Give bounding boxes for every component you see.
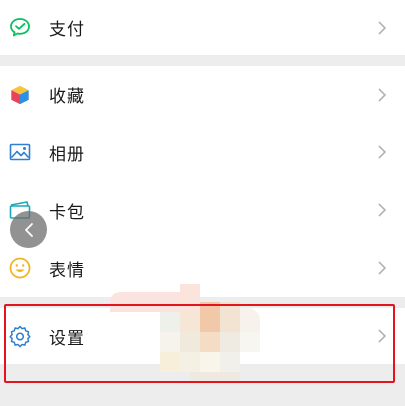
wechat-pay-icon	[8, 16, 32, 40]
album-picture-icon	[8, 140, 32, 164]
emoji-smile-icon	[8, 256, 32, 280]
chevron-right-icon	[378, 261, 387, 275]
menu-item-label: 支付	[49, 20, 85, 40]
menu-item-favorites[interactable]: 收藏	[0, 66, 405, 123]
chevron-right-icon	[378, 20, 387, 35]
menu-item-card-wallet[interactable]: 卡包	[0, 181, 405, 239]
menu-item-pay[interactable]: 支付	[0, 0, 405, 55]
chevron-left-icon	[24, 222, 33, 237]
chevron-right-icon	[378, 203, 387, 217]
gear-icon	[8, 324, 32, 348]
menu-item-label: 设置	[49, 328, 85, 349]
menu-item-label: 相册	[49, 144, 85, 165]
chevron-right-icon	[378, 145, 387, 159]
favorites-cube-icon	[8, 83, 32, 107]
menu-item-label: 卡包	[49, 202, 85, 223]
back-button[interactable]	[10, 211, 47, 248]
menu-item-album[interactable]: 相册	[0, 123, 405, 181]
chevron-right-icon	[378, 87, 387, 102]
menu-item-settings[interactable]: 设置	[0, 308, 405, 364]
menu-item-emoji[interactable]: 表情	[0, 239, 405, 297]
menu-item-label: 表情	[49, 260, 85, 281]
menu-item-label: 收藏	[49, 87, 85, 107]
chevron-right-icon	[378, 329, 387, 343]
